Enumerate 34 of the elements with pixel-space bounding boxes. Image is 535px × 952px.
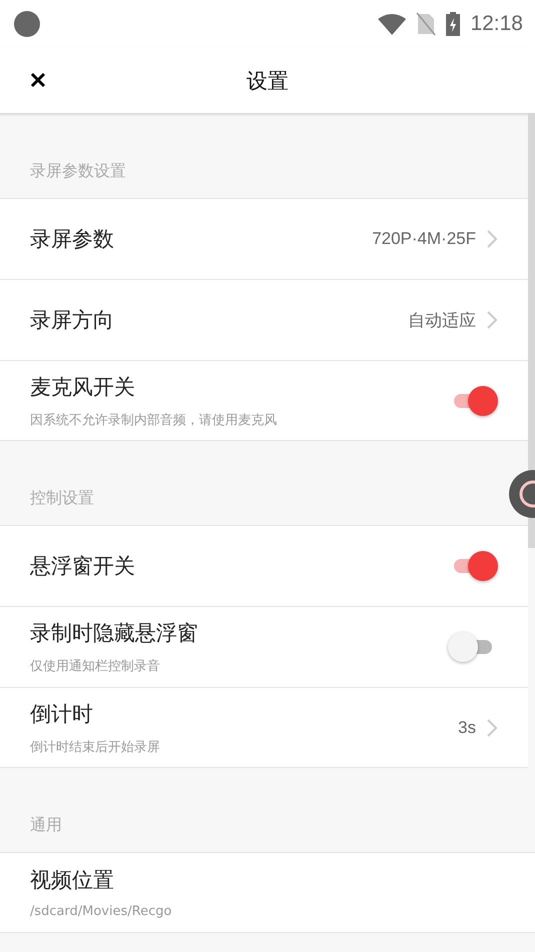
setting-label: 悬浮窗开关: [30, 553, 136, 580]
chevron-right-icon: [486, 310, 498, 330]
settings-row[interactable]: 录屏参数 720P·4M·25F: [0, 198, 528, 279]
setting-value: 自动适应: [408, 310, 476, 332]
notification-dot-icon: [14, 11, 40, 37]
battery-charging-icon: [446, 12, 460, 36]
no-sim-icon: [416, 12, 436, 36]
settings-row[interactable]: 麦克风开关 因系统不允许录制内部音频，请使用麦克风: [0, 360, 528, 441]
settings-row[interactable]: 视频位置 /sdcard/Movies/Recgo: [0, 852, 535, 933]
setting-description: 倒计时结束后开始录屏: [30, 738, 161, 756]
setting-description: 仅使用通知栏控制录音: [30, 658, 161, 675]
setting-description: /sdcard/Movies/Recgo: [30, 904, 173, 919]
close-icon: [30, 72, 46, 88]
wifi-icon: [378, 13, 406, 35]
page-title: 设置: [246, 68, 288, 94]
chevron-right-icon: [486, 718, 498, 738]
settings-row[interactable]: 悬浮窗开关: [0, 525, 528, 606]
setting-label: 视频位置: [30, 867, 115, 894]
section-header: 控制设置: [30, 488, 94, 509]
section-header: 通用: [30, 815, 62, 836]
clock-time: 12:18: [470, 12, 523, 36]
setting-label: 录制时隐藏悬浮窗: [30, 620, 199, 647]
setting-label: 录屏方向: [30, 307, 115, 334]
chevron-right-icon: [486, 229, 498, 249]
setting-label: 录屏参数: [30, 226, 115, 253]
setting-description: 因系统不允许录制内部音频，请使用麦克风: [30, 412, 278, 428]
settings-row[interactable]: 录制时隐藏悬浮窗 仅使用通知栏控制录音: [0, 606, 528, 687]
setting-label: 倒计时: [30, 700, 94, 728]
section-header: 录屏参数设置: [30, 161, 126, 182]
setting-label: 麦克风开关: [30, 374, 136, 400]
setting-value: 3s: [458, 718, 476, 738]
settings-row[interactable]: 录屏方向 自动适应: [0, 279, 528, 360]
settings-row[interactable]: 倒计时 倒计时结束后开始录屏 3s: [0, 687, 528, 768]
setting-value: 720P·4M·25F: [372, 229, 476, 249]
